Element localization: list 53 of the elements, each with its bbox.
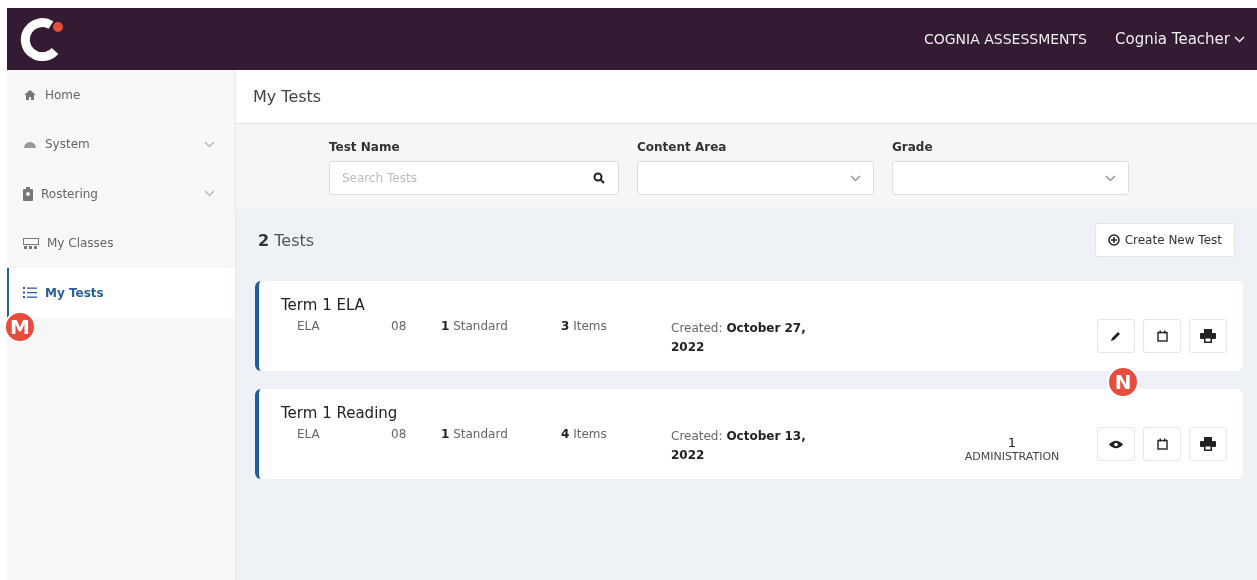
test-count: 2 Tests (258, 230, 315, 250)
grade-text: 08 (391, 427, 408, 441)
sidebar-item[interactable]: System (7, 119, 235, 169)
field-label: Content Area (637, 140, 728, 154)
sidebar-item[interactable]: Rostering (7, 169, 235, 219)
administration-count: 1 (1007, 435, 1017, 450)
edit-button[interactable] (1097, 319, 1135, 353)
test-name: Term 1 ELA (281, 296, 365, 314)
classroom-icon (23, 237, 39, 249)
pencil-icon (1110, 330, 1122, 342)
chevron-down-icon (204, 140, 215, 148)
page-title: My Tests (236, 70, 1257, 124)
print-button[interactable] (1189, 427, 1227, 461)
items-text: 4 Items (561, 427, 608, 441)
calendar-icon (1156, 438, 1168, 450)
app-title: COGNIA ASSESSMENTS (923, 31, 1087, 47)
chevron-down-icon (1234, 35, 1245, 43)
callout-marker: M (4, 311, 36, 343)
chevron-down-icon (1105, 174, 1116, 182)
standards-text: 1 Standard (441, 427, 509, 441)
list-icon (23, 287, 37, 299)
subject-text: ELA (296, 427, 321, 441)
sidebar-item[interactable]: My Classes (7, 218, 235, 268)
plus-circle-icon (1107, 234, 1120, 246)
search-icon (593, 172, 605, 184)
subject-text: ELA (296, 319, 321, 333)
view-button[interactable] (1097, 427, 1135, 461)
standards-text: 1 Standard (441, 319, 509, 333)
created-date-text: Created: October 27, 2022 (671, 320, 807, 356)
field-label: Grade (892, 140, 934, 154)
test-name: Term 1 Reading (281, 404, 398, 422)
gauge-icon (23, 139, 37, 150)
field-label: Test Name (329, 140, 401, 154)
items-text: 3 Items (561, 319, 608, 333)
grade-text: 08 (391, 319, 408, 333)
sidebar-item[interactable]: Home (7, 70, 235, 120)
created-date-text: Created: October 13, 2022 (671, 428, 807, 464)
sidebar-item[interactable]: My Tests (7, 268, 235, 318)
search-field[interactable]: Search Tests (329, 161, 619, 195)
calendar-icon (1156, 330, 1168, 342)
printer-icon (1200, 437, 1216, 451)
chevron-down-icon (204, 190, 215, 198)
schedule-button[interactable] (1143, 319, 1181, 353)
create-test-button[interactable]: Create New Test (1094, 223, 1235, 257)
chevron-down-icon (850, 174, 861, 182)
user-menu[interactable]: Cognia Teacher (1115, 30, 1245, 48)
print-button[interactable] (1189, 319, 1227, 353)
administration-label: ADMINISTRATION (964, 450, 1060, 463)
eye-icon (1109, 439, 1123, 449)
home-icon (23, 88, 37, 101)
printer-icon (1200, 329, 1216, 343)
id-badge-icon (23, 186, 33, 201)
schedule-button[interactable] (1143, 427, 1181, 461)
